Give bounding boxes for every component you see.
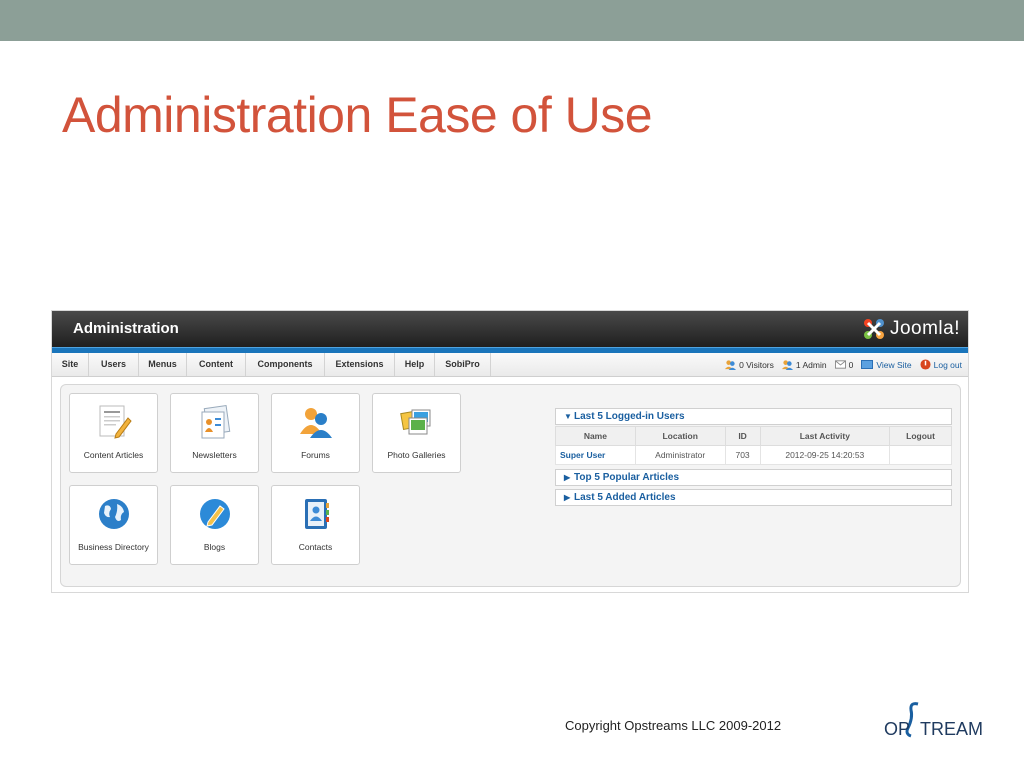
slide-title: Administration Ease of Use [62,87,653,143]
col-last-activity[interactable]: Last Activity [759,426,891,446]
quick-icon-business-directory[interactable]: Business Directory [69,485,158,565]
admin-title: Administration [73,320,179,337]
quick-icon-photo-galleries[interactable]: Photo Galleries [372,393,461,473]
photo-galleries-icon [400,409,431,435]
table-row: Super User Administrator 703 2012-09-25 … [555,445,952,465]
slide: Administration Ease of Use Administratio… [0,0,1024,768]
user-logout[interactable] [889,445,952,465]
joomla-logo: Joomla! [862,317,960,341]
collapsed-arrow-icon: ▶ [564,473,571,482]
visitors-count: 0 Visitors [739,359,774,370]
status-area: 0 Visitors 1 Admin 0 View Site Log out [725,353,962,376]
col-logout[interactable]: Logout [889,426,952,446]
users-icon [725,360,737,370]
contacts-book-icon [305,499,329,529]
copyright-text: Copyright Opstreams LLC 2009-2012 [565,718,782,733]
col-id[interactable]: ID [724,426,761,446]
quick-icon-label: Blogs [203,542,226,552]
user-location: Administrator [634,445,726,465]
quick-icon-label: Business Directory [78,542,149,552]
col-name[interactable]: Name [555,426,636,446]
svg-text:TREAMS: TREAMS [920,719,984,739]
menu-site[interactable]: Site [52,353,89,376]
top-band [0,0,1024,41]
envelope-icon [834,360,846,369]
user-last-activity: 2012-09-25 14:20:53 [759,445,891,465]
logout-link[interactable]: Log out [920,359,962,370]
menu-sobipro[interactable]: SobiPro [435,353,491,376]
quick-icon-newsletters[interactable]: Newsletters [170,393,259,473]
module-last-added[interactable]: ▶ Last 5 Added Articles [555,489,952,506]
visitors-status[interactable]: 0 Visitors [725,359,774,370]
joomla-brand-text: Joomla! [889,318,960,339]
admins-status[interactable]: 1 Admin [781,359,827,370]
module-title: Last 5 Added Articles [574,492,676,503]
quick-icon-forums[interactable]: Forums [271,393,360,473]
menu-users[interactable]: Users [89,353,139,376]
menu-content[interactable]: Content [187,353,246,376]
logged-in-users-table: Name Location ID Last Activity Logout Su… [555,426,952,465]
logout-label: Log out [933,359,962,370]
user-id: 703 [724,445,761,465]
module-last-logged-in[interactable]: ▼ Last 5 Logged-in Users [555,408,952,425]
forums-icon [300,408,332,438]
messages-count: 0 [848,359,854,370]
menu-help[interactable]: Help [395,353,435,376]
module-title: Last 5 Logged-in Users [574,411,685,422]
globe-icon [99,499,129,529]
messages-status[interactable]: 0 [834,359,854,370]
articles-icon [99,405,132,439]
users-icon [781,360,793,370]
quick-icon-label: Content Articles [83,450,144,460]
pencil-icon [200,499,230,529]
admin-header: Administration Joomla! [52,311,968,347]
quick-icon-contacts[interactable]: Contacts [271,485,360,565]
quick-icon-label: Newsletters [192,450,237,460]
view-site-label: View Site [876,359,912,370]
collapsed-arrow-icon: ▶ [564,493,571,502]
control-panel: Content Articles Newsletters Forums Phot… [60,384,961,587]
admins-count: 1 Admin [795,359,827,370]
quick-icon-blogs[interactable]: Blogs [170,485,259,565]
monitor-icon [861,360,874,369]
joomla-logo-icon [863,319,884,339]
col-location[interactable]: Location [634,426,726,446]
view-site-link[interactable]: View Site [861,359,912,370]
menu-menus[interactable]: Menus [139,353,187,376]
quick-icon-label: Forums [301,450,330,460]
menu-extensions[interactable]: Extensions [325,353,395,376]
admin-menubar: Site Users Menus Content Components Exte… [52,353,968,377]
quick-icon-content-articles[interactable]: Content Articles [69,393,158,473]
user-name-link[interactable]: Super User [555,445,636,465]
power-icon [920,359,931,370]
module-title: Top 5 Popular Articles [574,472,680,483]
expanded-arrow-icon: ▼ [564,412,572,421]
admin-screenshot: Administration Joomla! Site Users Menus … [51,310,969,593]
quick-icon-label: Contacts [298,542,333,552]
module-top-popular[interactable]: ▶ Top 5 Popular Articles [555,469,952,486]
svg-text:OP: OP [884,719,910,739]
quick-icon-label: Photo Galleries [387,450,446,460]
menu-components[interactable]: Components [246,353,325,376]
opstreams-logo: OP TREAMS [884,702,984,739]
newsletters-icon [201,405,231,439]
table-header-row: Name Location ID Last Activity Logout [555,426,952,446]
